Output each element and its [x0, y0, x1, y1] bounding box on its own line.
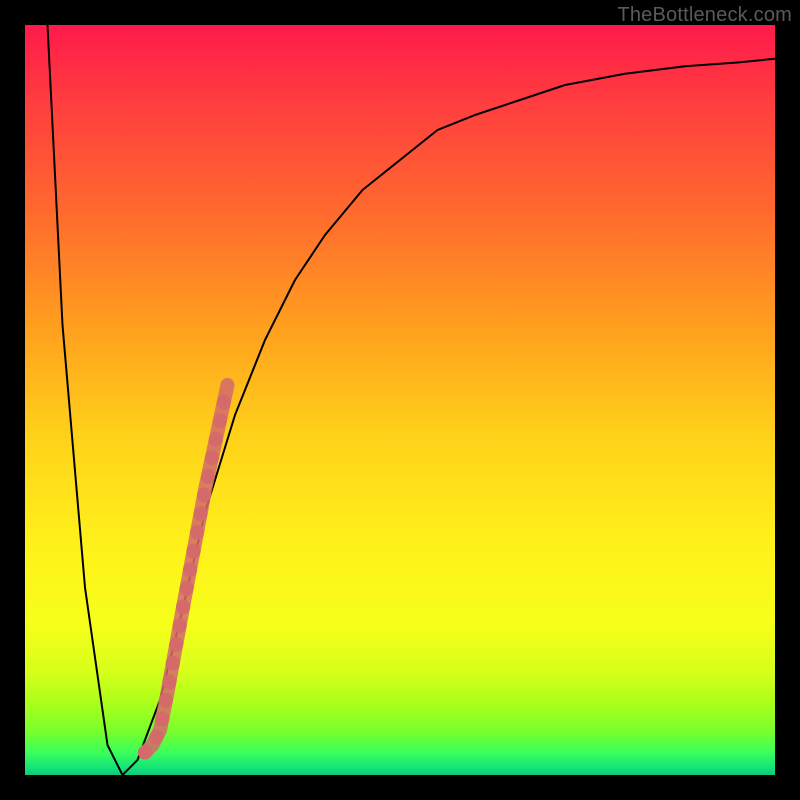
chart-frame: TheBottleneck.com: [0, 0, 800, 800]
watermark-text: TheBottleneck.com: [617, 4, 792, 27]
highlight-layer: [145, 385, 228, 753]
curve-layer: [48, 25, 776, 775]
highlight-segment: [145, 385, 228, 753]
bottleneck-curve: [48, 25, 776, 775]
chart-svg: [25, 25, 775, 775]
plot-area: [25, 25, 775, 775]
